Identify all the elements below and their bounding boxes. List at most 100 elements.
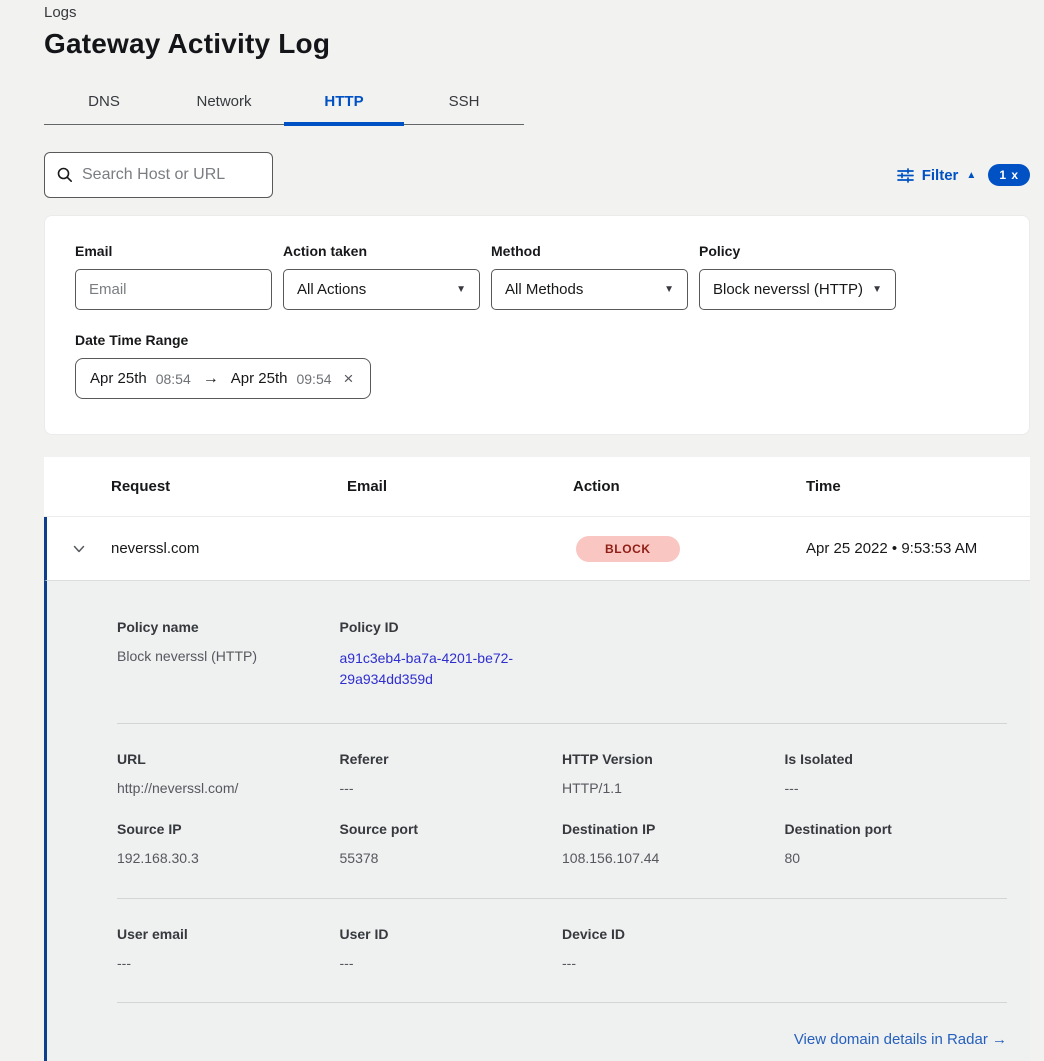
- policy-id-field: Policy ID a91c3eb4-ba7a-4201-be72-29a934…: [340, 619, 563, 690]
- url-label: URL: [117, 751, 340, 767]
- url-field: URL http://neverssl.com/: [117, 751, 340, 796]
- policy-name-field: Policy name Block neverssl (HTTP): [117, 619, 340, 690]
- policy-id-label: Policy ID: [340, 619, 563, 635]
- daterange-start-date: Apr 25th: [90, 370, 147, 387]
- filter-label: Filter: [922, 167, 959, 184]
- action-taken-value: All Actions: [297, 281, 366, 298]
- daterange-label: Date Time Range: [75, 332, 999, 348]
- http-version-value: HTTP/1.1: [562, 780, 785, 796]
- radar-details-link[interactable]: View domain details in Radar →: [794, 1031, 1007, 1048]
- row-time: Apr 25 2022 • 9:53:53 AM: [806, 540, 1030, 557]
- col-header-time: Time: [806, 478, 1030, 495]
- col-header-email: Email: [347, 478, 573, 495]
- user-email-value: ---: [117, 955, 340, 971]
- policy-id-link[interactable]: a91c3eb4-ba7a-4201-be72-29a934dd359d: [340, 648, 540, 690]
- method-field: Method All Methods ▼: [491, 243, 688, 310]
- arrow-right-icon: →: [200, 370, 222, 388]
- destination-ip-label: Destination IP: [562, 821, 785, 837]
- destination-port-field: Destination port 80: [785, 821, 1008, 866]
- method-select[interactable]: All Methods ▼: [491, 269, 688, 310]
- daterange-input[interactable]: Apr 25th 08:54 → Apr 25th 09:54 ×: [75, 358, 371, 399]
- action-taken-label: Action taken: [283, 243, 480, 259]
- chevron-up-icon[interactable]: ▲: [966, 170, 976, 181]
- tab-ssh[interactable]: SSH: [404, 81, 524, 126]
- table-row[interactable]: neverssl.com BLOCK Apr 25 2022 • 9:53:53…: [44, 517, 1030, 580]
- source-port-field: Source port 55378: [340, 821, 563, 866]
- policy-label: Policy: [699, 243, 896, 259]
- user-section: User email --- User ID --- Device ID ---: [117, 899, 1007, 1002]
- user-id-value: ---: [340, 955, 563, 971]
- filter-panel: Email Action taken All Actions ▼ Method …: [44, 215, 1030, 435]
- is-isolated-field: Is Isolated ---: [785, 751, 1008, 796]
- policy-field: Policy Block neverssl (HTTP) ▼: [699, 243, 896, 310]
- action-taken-select[interactable]: All Actions ▼: [283, 269, 480, 310]
- chevron-down-icon: ▼: [456, 284, 466, 295]
- source-port-value: 55378: [340, 850, 563, 866]
- daterange-start-time: 08:54: [156, 371, 191, 387]
- email-filter-input[interactable]: [89, 281, 258, 298]
- user-id-label: User ID: [340, 926, 563, 942]
- source-ip-value: 192.168.30.3: [117, 850, 340, 866]
- source-port-label: Source port: [340, 821, 563, 837]
- is-isolated-value: ---: [785, 780, 1008, 796]
- col-header-request: Request: [111, 478, 347, 495]
- action-badge: BLOCK: [576, 536, 680, 562]
- tab-http[interactable]: HTTP: [284, 81, 404, 126]
- tab-network[interactable]: Network: [164, 81, 284, 126]
- destination-ip-field: Destination IP 108.156.107.44: [562, 821, 785, 866]
- http-section: URL http://neverssl.com/ Referer --- HTT…: [117, 724, 1007, 898]
- daterange-end-time: 09:54: [296, 371, 331, 387]
- destination-ip-value: 108.156.107.44: [562, 850, 785, 866]
- referer-label: Referer: [340, 751, 563, 767]
- toolbar: Filter ▲ 1 x: [44, 152, 1030, 198]
- destination-port-value: 80: [785, 850, 1008, 866]
- device-id-value: ---: [562, 955, 785, 971]
- search-input[interactable]: [82, 166, 289, 184]
- device-id-field: Device ID ---: [562, 926, 785, 971]
- search-box[interactable]: [44, 152, 273, 198]
- referer-value: ---: [340, 780, 563, 796]
- source-ip-field: Source IP 192.168.30.3: [117, 821, 340, 866]
- daterange-end-date: Apr 25th: [231, 370, 288, 387]
- table-header-row: Request Email Action Time: [44, 457, 1030, 517]
- filter-toggle[interactable]: Filter ▲ 1 x: [897, 164, 1030, 186]
- search-icon: [57, 167, 73, 183]
- is-isolated-label: Is Isolated: [785, 751, 1008, 767]
- page-title: Gateway Activity Log: [44, 28, 1030, 60]
- device-id-label: Device ID: [562, 926, 785, 942]
- url-value: http://neverssl.com/: [117, 780, 340, 796]
- filter-count-badge[interactable]: 1 x: [988, 164, 1030, 186]
- log-table: Request Email Action Time neverssl.com B…: [44, 457, 1030, 1061]
- row-detail-panel: Policy name Block neverssl (HTTP) Policy…: [44, 580, 1030, 1061]
- source-ip-label: Source IP: [117, 821, 340, 837]
- chevron-down-icon: ▼: [872, 284, 882, 295]
- method-label: Method: [491, 243, 688, 259]
- user-id-field: User ID ---: [340, 926, 563, 971]
- row-request: neverssl.com: [111, 540, 347, 557]
- user-email-label: User email: [117, 926, 340, 942]
- referer-field: Referer ---: [340, 751, 563, 796]
- chevron-down-icon: [71, 541, 87, 557]
- email-filter-field: Email: [75, 243, 272, 310]
- row-expand-toggle[interactable]: [47, 541, 111, 557]
- destination-port-label: Destination port: [785, 821, 1008, 837]
- chevron-down-icon: ▼: [664, 284, 674, 295]
- breadcrumb[interactable]: Logs: [44, 0, 1030, 21]
- tab-bar: DNS Network HTTP SSH: [44, 81, 524, 125]
- policy-name-label: Policy name: [117, 619, 340, 635]
- tab-dns[interactable]: DNS: [44, 81, 164, 126]
- action-taken-field: Action taken All Actions ▼: [283, 243, 480, 310]
- http-version-field: HTTP Version HTTP/1.1: [562, 751, 785, 796]
- http-version-label: HTTP Version: [562, 751, 785, 767]
- filter-sliders-icon: [897, 168, 914, 183]
- policy-name-value: Block neverssl (HTTP): [117, 648, 340, 664]
- page-content: Logs Gateway Activity Log DNS Network HT…: [44, 0, 1030, 1061]
- method-value: All Methods: [505, 281, 583, 298]
- col-header-action: Action: [573, 478, 806, 495]
- close-icon[interactable]: ×: [344, 369, 354, 389]
- email-filter-label: Email: [75, 243, 272, 259]
- user-email-field: User email ---: [117, 926, 340, 971]
- policy-select[interactable]: Block neverssl (HTTP) ▼: [699, 269, 896, 310]
- policy-value: Block neverssl (HTTP): [713, 281, 863, 298]
- policy-section: Policy name Block neverssl (HTTP) Policy…: [117, 581, 1007, 723]
